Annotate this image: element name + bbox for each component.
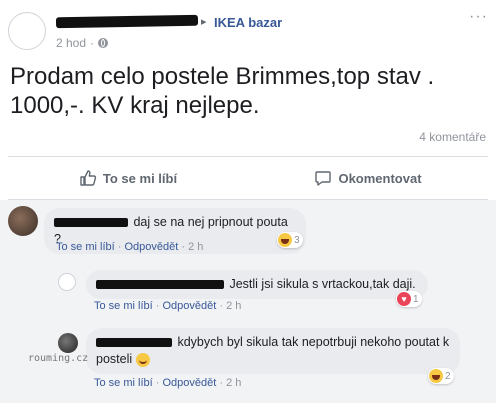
author-avatar[interactable] — [8, 12, 46, 50]
reaction-count: 3 — [294, 234, 300, 246]
more-options-icon[interactable]: ··· — [469, 8, 488, 26]
love-icon: ♥ — [397, 292, 411, 306]
comment-time[interactable]: 2 h — [226, 377, 241, 389]
comment-label: Okomentovat — [338, 170, 422, 186]
comment-bubble: Jestli jsi sikula s vrtackou,tak daji. — [86, 270, 428, 299]
group-link[interactable]: IKEA bazar — [214, 15, 282, 30]
comment-count-link[interactable]: 4 komentáře — [419, 130, 486, 144]
comments-section: daj se na nej pripnout pouta ? 3 To se m… — [0, 200, 496, 403]
author-name-redacted[interactable] — [55, 14, 199, 29]
like-button[interactable]: To se mi líbí — [8, 157, 248, 199]
comment-reply-link[interactable]: Odpovědět — [162, 377, 216, 389]
comment-like-link[interactable]: To se mi líbí — [56, 241, 115, 253]
comment-time[interactable]: 2 h — [226, 300, 241, 312]
commenter-name-redacted[interactable] — [96, 280, 224, 290]
reaction-summary[interactable]: 2 — [428, 368, 454, 384]
comment-button[interactable]: Okomentovat — [248, 157, 488, 199]
haha-icon — [278, 233, 292, 247]
reaction-count: 2 — [445, 370, 451, 382]
comment-bubble: kdybych byl sikula tak nepotrbuji nekoho… — [86, 328, 460, 374]
reaction-count: 1 — [413, 293, 419, 305]
commenter-name-redacted[interactable] — [54, 218, 128, 228]
post-header: ▸ IKEA bazar 2 hod · ··· — [8, 8, 488, 56]
like-label: To se mi líbí — [102, 170, 178, 186]
comment-like-link[interactable]: To se mi líbí — [94, 377, 153, 389]
separator-dot: · — [90, 36, 95, 50]
arrow-right-icon: ▸ — [201, 16, 207, 28]
comment-bubble-icon — [314, 169, 332, 187]
haha-icon — [429, 369, 443, 383]
commenter-avatar[interactable] — [58, 333, 78, 353]
reaction-summary[interactable]: ♥ 1 — [396, 291, 422, 307]
comment-actions: To se mi líbí · Odpovědět · 2 h — [94, 377, 242, 389]
commenter-avatar[interactable] — [58, 273, 76, 291]
comment-actions: To se mi líbí · Odpovědět · 2 h — [94, 300, 242, 312]
action-bar: To se mi líbí Okomentovat — [8, 156, 488, 200]
smile-emoji-icon — [135, 352, 150, 367]
post-meta: 2 hod · — [56, 36, 109, 50]
globe-icon — [98, 38, 109, 48]
comment-reply-link[interactable]: Odpovědět — [162, 300, 216, 312]
commenter-name-redacted[interactable] — [96, 338, 172, 348]
comment-like-link[interactable]: To se mi líbí — [94, 300, 153, 312]
thumbs-up-icon — [79, 169, 97, 187]
comment-reply-link[interactable]: Odpovědět — [124, 241, 178, 253]
comment-time[interactable]: 2 h — [188, 241, 203, 253]
comment-actions: To se mi líbí · Odpovědět · 2 h — [56, 241, 204, 253]
post-time[interactable]: 2 hod — [56, 36, 86, 50]
watermark: rouming.cz — [28, 353, 89, 364]
post-text: Prodam celo postele Brimmes,top stav . 1… — [10, 63, 435, 119]
comment-text: Jestli jsi sikula s vrtackou,tak daji. — [229, 277, 416, 291]
reaction-summary[interactable]: 3 — [277, 232, 303, 248]
commenter-avatar[interactable] — [8, 206, 38, 236]
